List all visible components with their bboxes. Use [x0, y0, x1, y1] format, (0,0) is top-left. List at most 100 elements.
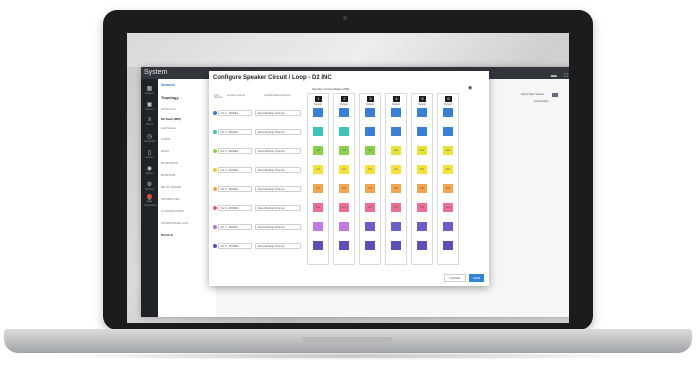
rail-item-notifications[interactable]: ⚠ Notifications	[144, 197, 158, 207]
sidebar-item[interactable]: G BOX	[161, 137, 215, 141]
amplifier-channel-select[interactable]: CH 3 - MODE3...	[218, 148, 252, 154]
mode-cell[interactable]: 2.4	[339, 165, 349, 174]
rail-item-network[interactable]: ▦ Network	[144, 85, 155, 95]
amplifier-channel-select[interactable]: CH 5 - MODE5...	[218, 186, 252, 192]
mode-cell[interactable]: 3.6	[365, 203, 375, 212]
mode-cell[interactable]	[339, 241, 349, 250]
mode-cell[interactable]: 4.6	[391, 203, 401, 212]
mode-cell[interactable]: 1.3	[313, 146, 323, 155]
mode-cell[interactable]	[391, 241, 401, 250]
sidebar-item-selected[interactable]: D2 Rack (MM)	[161, 117, 215, 121]
mode-cell[interactable]	[365, 222, 375, 231]
sidebar-title: Network	[161, 83, 175, 87]
rail-item-alarms[interactable]: ◉ Alarms	[144, 165, 155, 175]
backup-channel-select[interactable]: Select Backup Channel	[255, 148, 301, 154]
backup-channel-select[interactable]: Select Backup Channel	[255, 186, 301, 192]
amplifier-channel-select[interactable]: CH 2 - MODE2...	[218, 129, 252, 135]
amplifier-channel-select[interactable]: CH 7 - MODE7...	[218, 224, 252, 230]
backup-channel-select[interactable]: Select Backup Channel	[255, 224, 301, 230]
sidebar-item[interactable]: B4 BCSDS8	[161, 161, 215, 165]
mode-cell[interactable]	[417, 241, 427, 250]
backup-channel-select[interactable]: Select Backup Channel	[255, 129, 301, 135]
mode-cell[interactable]	[443, 108, 453, 117]
sidebar-item[interactable]: RACK	[161, 149, 215, 153]
mode-cell[interactable]	[313, 222, 323, 231]
amplifier-channel-select[interactable]: CH 6 - MODE6...	[218, 205, 252, 211]
mode-cell[interactable]: 5.5	[417, 184, 427, 193]
mode-cell[interactable]	[417, 127, 427, 136]
mode-cell[interactable]	[313, 127, 323, 136]
sidebar-item[interactable]: RACK B	[161, 233, 215, 237]
mode-cell[interactable]	[339, 127, 349, 136]
mode-cell[interactable]	[391, 108, 401, 117]
sidebar-item[interactable]: CPARKSTAGE COS	[161, 221, 215, 225]
mode-cell[interactable]: 5.4	[417, 165, 427, 174]
mode-cell[interactable]	[391, 127, 401, 136]
output-number: 1	[315, 96, 322, 102]
header-label-grid[interactable]: Grid Settings	[534, 100, 548, 103]
mode-cell[interactable]: 4.4	[391, 165, 401, 174]
backup-channel-select[interactable]: Select Backup Channel	[255, 110, 301, 116]
toggle-icon[interactable]	[552, 93, 558, 97]
mode-cell[interactable]: 5.3	[417, 146, 427, 155]
backup-channel-select[interactable]: Select Backup Channel	[255, 167, 301, 173]
sidebar-item[interactable]: B5 BCTD8	[161, 173, 215, 177]
output-number: 3	[367, 96, 374, 102]
rail-item-zones[interactable]: ≡ Zones	[144, 117, 155, 126]
rail-label: Alarms	[145, 172, 154, 175]
rail-item-schedules[interactable]: ◷ Schedules	[144, 133, 156, 143]
mode-cell[interactable]: 4.5	[391, 184, 401, 193]
mode-cell[interactable]	[391, 222, 401, 231]
backup-channel-select[interactable]: Select Backup Channel	[255, 205, 301, 211]
mode-cell[interactable]: 2.6	[339, 203, 349, 212]
mode-cell[interactable]: 1.4	[313, 165, 323, 174]
mode-cell[interactable]: 2.5	[339, 184, 349, 193]
amplifier-channel-select[interactable]: CH 1 - MODE1...	[218, 110, 252, 116]
mode-cell[interactable]: 3.4	[365, 165, 375, 174]
mode-cell[interactable]	[443, 127, 453, 136]
mode-cell[interactable]	[365, 241, 375, 250]
sidebar-item[interactable]: All Devices	[161, 107, 215, 111]
mode-cell[interactable]: 1.6	[313, 203, 323, 212]
mode-cell[interactable]	[313, 108, 323, 117]
mode-cell[interactable]: 6.4	[443, 165, 453, 174]
mode-cell[interactable]	[443, 241, 453, 250]
cancel-button[interactable]: CANCEL	[444, 274, 466, 282]
mode-cell[interactable]: 1.3	[339, 146, 349, 155]
mode-cell[interactable]: 6.6	[443, 203, 453, 212]
sidebar-item[interactable]: CLOUDPLX0200	[161, 209, 215, 213]
mode-cell[interactable]: 1.3	[365, 146, 375, 155]
mode-cell[interactable]	[417, 222, 427, 231]
mode-cell[interactable]	[339, 108, 349, 117]
save-button[interactable]: SAVE	[469, 274, 484, 282]
mode-cell[interactable]	[365, 108, 375, 117]
sidebar-item[interactable]: Add Device	[161, 126, 215, 130]
mode-cell[interactable]	[313, 241, 323, 250]
rail-item-devices[interactable]: ▣ Devices	[144, 101, 155, 111]
amplifier-channel-select[interactable]: CH 4 - MODE4...	[218, 167, 252, 173]
output-name: Default	[314, 103, 322, 106]
mode-cell[interactable]	[339, 222, 349, 231]
rail-item-panels[interactable]: ▯ Panels	[144, 149, 155, 159]
eye-icon[interactable]: ◉	[468, 85, 472, 91]
sidebar-item[interactable]: SB AMPLXE4	[161, 197, 215, 201]
header-label-slave-volume[interactable]: Adjust Slave Volume	[521, 93, 544, 96]
rail-label: Network	[144, 92, 155, 95]
output-column: 6 Default	[437, 93, 459, 265]
amplifier-channel-select[interactable]: CH 8 - MODE8...	[218, 243, 252, 249]
mode-cell[interactable]	[417, 108, 427, 117]
mode-cell[interactable]: 1.5	[313, 184, 323, 193]
mode-cell[interactable]: 3.5	[365, 184, 375, 193]
sidebar-item[interactable]: D8 NC D4NSD	[161, 185, 215, 189]
mode-cell[interactable]	[365, 127, 375, 136]
mode-cell[interactable]: 4.3	[391, 146, 401, 155]
output-name: Default	[444, 103, 452, 106]
mode-cell[interactable]: 6.3	[443, 146, 453, 155]
mode-cell[interactable]	[443, 222, 453, 231]
mode-cell[interactable]: 5.6	[417, 203, 427, 212]
mode-cell[interactable]: 6.5	[443, 184, 453, 193]
backup-channel-select[interactable]: Select Backup Channel	[255, 243, 301, 249]
rail-item-settings[interactable]: ⚙ Settings	[144, 181, 155, 191]
laptop-notch	[302, 337, 392, 342]
configure-dialog: Configure Speaker Circuit / Loop - D2 IN…	[209, 71, 489, 286]
